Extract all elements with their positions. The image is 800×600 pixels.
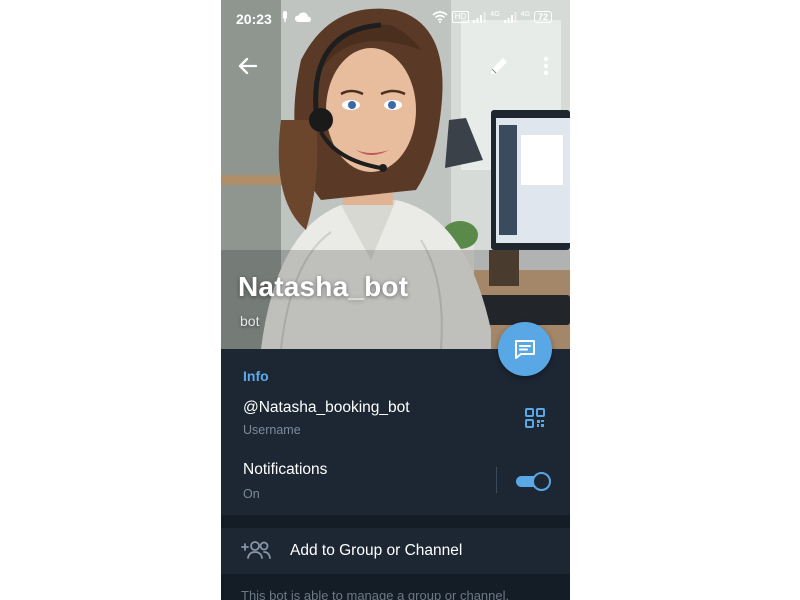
edit-button[interactable]: [486, 53, 512, 79]
profile-status: bot: [240, 313, 260, 329]
username-row[interactable]: @Natasha_booking_bot Username: [221, 389, 570, 445]
send-message-button[interactable]: [498, 322, 552, 376]
profile-screen: 20:23 HD 4G 4G 72 Natasha_bot bot Info @…: [221, 0, 570, 600]
footer-description: This bot is able to manage a group or ch…: [241, 588, 510, 600]
status-left-icons: [281, 11, 311, 23]
network-type-2: 4G: [520, 10, 530, 18]
cloud-icon: [295, 12, 311, 22]
status-time: 20:23: [236, 11, 272, 27]
mic-icon: [283, 11, 287, 22]
username-value: @Natasha_booking_bot: [243, 399, 410, 416]
signal-icon: [503, 11, 517, 23]
arrow-left-icon: [238, 57, 258, 75]
add-users-icon: [241, 541, 271, 559]
section-divider: [221, 515, 570, 528]
toggle-knob: [532, 472, 551, 491]
notifications-row[interactable]: Notifications On: [221, 453, 570, 509]
footer-area: This bot is able to manage a group or ch…: [221, 574, 570, 600]
network-type-1: 4G: [490, 10, 500, 18]
profile-name: Natasha_bot: [238, 271, 409, 302]
notifications-toggle[interactable]: [516, 471, 551, 491]
info-section-title: Info: [243, 368, 269, 384]
username-caption: Username: [243, 423, 301, 437]
dots-vertical-icon: [543, 56, 549, 76]
hd-badge: HD: [451, 11, 470, 23]
message-icon: [515, 340, 535, 359]
status-bar: 20:23 HD 4G 4G 72: [221, 0, 570, 38]
qr-code-icon: [525, 408, 545, 428]
pencil-icon: [491, 58, 507, 74]
notifications-label: Notifications: [243, 461, 328, 478]
divider: [496, 467, 497, 493]
signal-icon: [473, 11, 486, 23]
notifications-state: On: [243, 487, 260, 501]
wifi-icon: [432, 11, 448, 23]
back-button[interactable]: [235, 53, 261, 79]
more-options-button[interactable]: [536, 53, 556, 79]
add-to-group-label: Add to Group or Channel: [290, 542, 463, 559]
profile-photo[interactable]: 20:23 HD 4G 4G 72 Natasha_bot bot: [221, 0, 570, 349]
add-to-group-button[interactable]: Add to Group or Channel: [221, 528, 570, 574]
qr-code-button[interactable]: [524, 407, 546, 429]
status-right-icons: HD 4G 4G 72: [432, 11, 552, 23]
battery-indicator: 72: [533, 11, 552, 23]
